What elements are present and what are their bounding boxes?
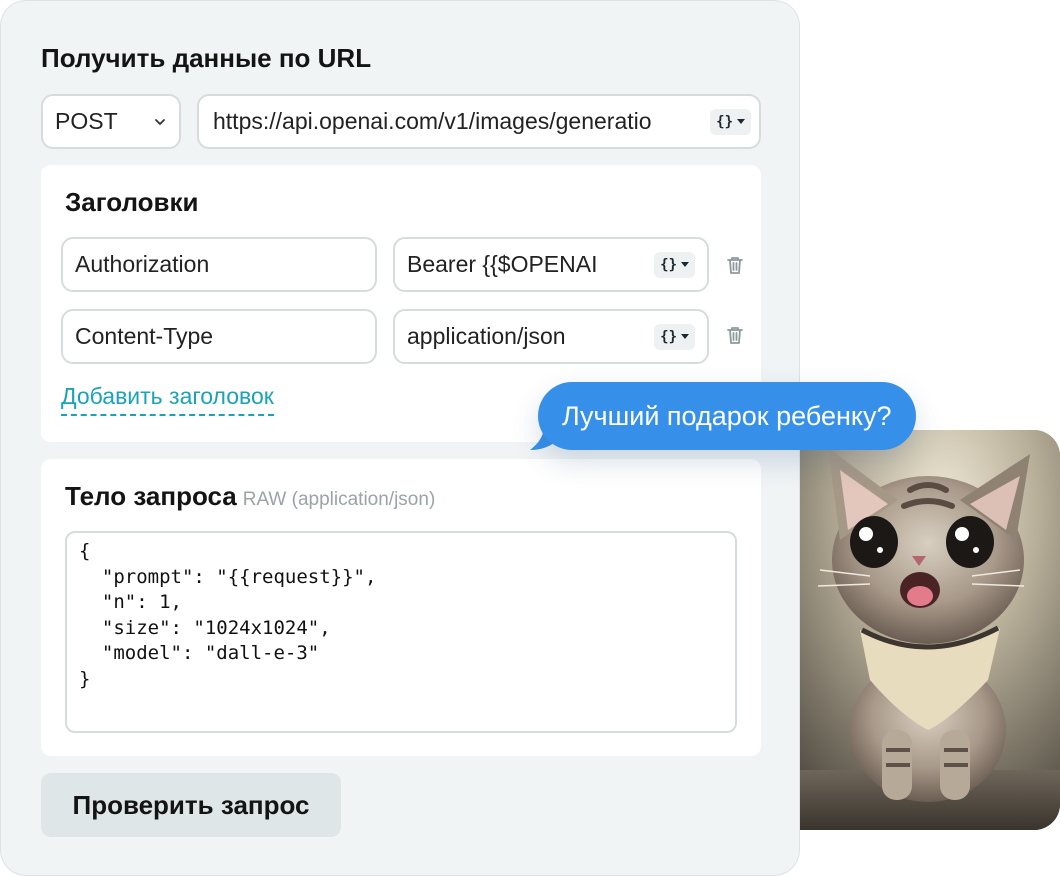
- method-select[interactable]: POST: [41, 94, 181, 149]
- header-key-value: Content-Type: [75, 323, 214, 349]
- body-title-text: Тело запроса: [65, 481, 237, 511]
- trash-icon[interactable]: [723, 323, 747, 347]
- kitten-illustration: [800, 430, 1060, 830]
- header-value-field[interactable]: Bearer {{$OPENAI {}: [393, 237, 709, 292]
- body-subtitle: RAW (application/json): [242, 489, 436, 510]
- form-title: Получить данные по URL: [41, 43, 372, 73]
- header-key-value: Authorization: [75, 251, 210, 277]
- header-value-field[interactable]: application/json {}: [393, 309, 709, 364]
- header-value-value: Bearer {{$OPENAI: [407, 251, 598, 277]
- header-value-value: application/json: [407, 323, 566, 349]
- chevron-down-icon: [153, 115, 167, 129]
- header-variable-button[interactable]: {}: [654, 323, 695, 350]
- url-variable-button[interactable]: {}: [710, 108, 751, 135]
- kitten-image: [800, 430, 1060, 830]
- url-input[interactable]: https://api.openai.com/v1/images/generat…: [197, 94, 761, 149]
- caret-down-icon: [737, 119, 745, 124]
- check-request-button[interactable]: Проверить запрос: [41, 773, 341, 837]
- url-input-value: https://api.openai.com/v1/images/generat…: [213, 108, 652, 134]
- method-select-value: POST: [55, 108, 118, 134]
- request-body-editor[interactable]: { "prompt": "{{request}}", "n": 1, "size…: [65, 531, 737, 733]
- add-header-link[interactable]: Добавить заголовок: [61, 383, 274, 416]
- header-key-field[interactable]: Authorization: [61, 237, 377, 292]
- trash-icon[interactable]: [723, 253, 747, 277]
- request-body-panel: Тело запроса RAW (application/json) { "pr…: [41, 459, 761, 756]
- body-title: Тело запроса RAW (application/json): [65, 481, 435, 512]
- header-key-field[interactable]: Content-Type: [61, 309, 377, 364]
- headers-title: Заголовки: [65, 187, 199, 217]
- caret-down-icon: [681, 262, 689, 267]
- stage: Получить данные по URL POST https://api.…: [0, 0, 1060, 876]
- chat-bubble-text: Лучший подарок ребенку?: [538, 382, 916, 450]
- header-variable-button[interactable]: {}: [654, 251, 695, 278]
- variable-icon: {}: [716, 113, 733, 130]
- caret-down-icon: [681, 334, 689, 339]
- variable-icon: {}: [660, 328, 677, 345]
- variable-icon: {}: [660, 256, 677, 273]
